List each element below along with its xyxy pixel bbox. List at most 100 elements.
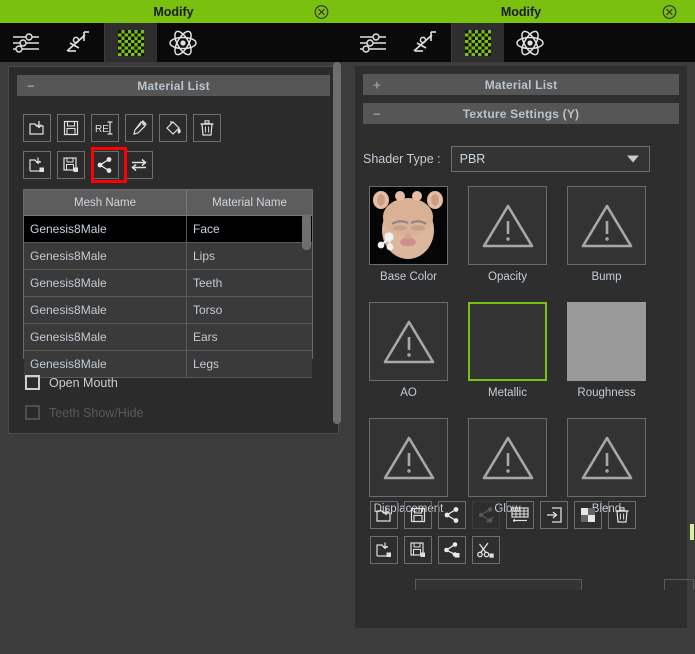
- texture-thumbnail-blend[interactable]: [567, 418, 646, 497]
- material-list-container: − Material List RE Mesh Name Material Na…: [8, 66, 339, 434]
- texture-slot-grid: Base Color Opacity Bump AO Metallic Roug…: [369, 186, 646, 515]
- cell-mesh-name: Genesis8Male: [24, 269, 187, 297]
- checkbox-teeth-show-hide-label: Teeth Show/Hide: [49, 405, 144, 420]
- texture-label-roughness: Roughness: [577, 387, 636, 399]
- right-panel-body: + Material List − Texture Settings (Y) S…: [347, 62, 695, 654]
- table-header-row: Mesh Name Material Name: [24, 190, 312, 216]
- table-row[interactable]: Genesis8Male Legs: [24, 350, 312, 378]
- trash-icon[interactable]: [608, 501, 636, 529]
- cell-material-name: Face: [186, 215, 312, 243]
- left-toolbar-row-2: [23, 151, 153, 179]
- close-circle-icon[interactable]: [314, 4, 329, 19]
- tab-material[interactable]: [452, 23, 504, 62]
- material-table[interactable]: Mesh Name Material Name Genesis8Male Fac…: [23, 189, 313, 378]
- texture-thumbnail-roughness[interactable]: [567, 302, 646, 381]
- swap-arrows-icon[interactable]: [125, 151, 153, 179]
- checkbox-open-mouth[interactable]: Open Mouth: [25, 375, 118, 390]
- right-toolbar-row-1: [370, 501, 636, 529]
- load-material-plus-icon[interactable]: [23, 151, 51, 179]
- paint-bucket-icon[interactable]: [159, 114, 187, 142]
- cut-node-icon[interactable]: [472, 536, 500, 564]
- texture-label-opacity: Opacity: [488, 271, 527, 283]
- texture-thumbnail-metallic[interactable]: [468, 302, 547, 381]
- green-edge-marker: [689, 523, 695, 541]
- texture-thumbnail-glow[interactable]: [468, 418, 547, 497]
- cell-mesh-name: Genesis8Male: [24, 323, 187, 351]
- texture-slot-base-color[interactable]: Base Color: [369, 186, 448, 283]
- texture-settings-header[interactable]: − Texture Settings (Y): [363, 103, 679, 124]
- uv-grid-icon[interactable]: [506, 501, 534, 529]
- texture-slot-roughness[interactable]: Roughness: [567, 302, 646, 399]
- cell-mesh-name: Genesis8Male: [24, 215, 187, 243]
- table-row[interactable]: Genesis8Male Teeth: [24, 269, 312, 297]
- share-node-plus-icon[interactable]: [438, 536, 466, 564]
- texture-row-1: Base Color Opacity Bump: [369, 186, 646, 283]
- left-panel-scrollbar-thumb[interactable]: [333, 62, 341, 424]
- trash-icon[interactable]: [193, 114, 221, 142]
- texture-settings-label: Texture Settings (Y): [462, 106, 580, 121]
- table-row[interactable]: Genesis8Male Torso: [24, 296, 312, 324]
- partial-text-field[interactable]: [415, 579, 582, 590]
- texture-thumbnail-opacity[interactable]: [468, 186, 547, 265]
- texture-toolbars: [370, 501, 636, 564]
- right-tabbar: [347, 23, 695, 62]
- left-material-list-header[interactable]: − Material List: [17, 75, 330, 96]
- texture-slot-ao[interactable]: AO: [369, 302, 448, 399]
- left-window-title: Modify: [153, 4, 194, 19]
- checker-swatch-icon[interactable]: [574, 501, 602, 529]
- tab-material[interactable]: [105, 23, 157, 62]
- left-modify-panel: Modify − Material List RE Mesh Name Mate…: [0, 0, 347, 654]
- table-row[interactable]: Genesis8Male Ears: [24, 323, 312, 351]
- tab-sliders[interactable]: [0, 23, 52, 62]
- left-panel-body: − Material List RE Mesh Name Material Na…: [0, 62, 347, 654]
- close-circle-icon[interactable]: [662, 4, 677, 19]
- shader-type-value: PBR: [459, 152, 486, 166]
- tab-pose[interactable]: [399, 23, 452, 62]
- texture-slot-metallic[interactable]: Metallic: [468, 302, 547, 399]
- texture-thumbnail-bump[interactable]: [567, 186, 646, 265]
- texture-thumbnail-base-color[interactable]: [369, 186, 448, 265]
- right-material-list-header[interactable]: + Material List: [363, 74, 679, 95]
- cell-material-name: Teeth: [186, 269, 312, 297]
- cell-material-name: Ears: [186, 323, 312, 351]
- right-window-title: Modify: [500, 4, 542, 19]
- cell-material-name: Legs: [186, 350, 312, 378]
- texture-label-bump: Bump: [591, 271, 622, 283]
- tab-physics[interactable]: [504, 23, 556, 62]
- shader-type-row: Shader Type : PBR: [363, 146, 650, 172]
- tab-physics[interactable]: [157, 23, 209, 62]
- share-node-icon[interactable]: [91, 151, 119, 179]
- eyedropper-icon[interactable]: [125, 114, 153, 142]
- texture-slot-bump[interactable]: Bump: [567, 186, 646, 283]
- reset-material-icon[interactable]: RE: [91, 114, 119, 142]
- save-material-plus-icon[interactable]: [57, 151, 85, 179]
- right-material-list-collapse-sign: +: [373, 77, 381, 92]
- load-texture-icon[interactable]: [370, 501, 398, 529]
- partial-button-1[interactable]: [664, 579, 694, 590]
- column-header-material-name[interactable]: Material Name: [186, 190, 312, 216]
- cell-mesh-name: Genesis8Male: [24, 242, 187, 270]
- column-header-mesh-name[interactable]: Mesh Name: [24, 190, 187, 216]
- modify-window-pair: Modify − Material List RE Mesh Name Mate…: [0, 0, 695, 654]
- save-material-icon[interactable]: [57, 114, 85, 142]
- table-row[interactable]: Genesis8Male Face: [24, 215, 312, 243]
- load-material-icon[interactable]: [23, 114, 51, 142]
- chevron-down-icon: [626, 155, 639, 163]
- texture-settings-container: + Material List − Texture Settings (Y) S…: [355, 66, 694, 628]
- import-image-icon[interactable]: [540, 501, 568, 529]
- tab-sliders[interactable]: [347, 23, 399, 62]
- texture-thumbnail-displacement[interactable]: [369, 418, 448, 497]
- texture-thumbnail-ao[interactable]: [369, 302, 448, 381]
- table-scrollbar-thumb[interactable]: [302, 214, 311, 250]
- save-texture-icon[interactable]: [404, 501, 432, 529]
- save-texture-plus-icon[interactable]: [404, 536, 432, 564]
- left-toolbar-row-1: RE: [23, 114, 221, 142]
- load-texture-plus-icon[interactable]: [370, 536, 398, 564]
- left-material-list-label: Material List: [137, 78, 210, 93]
- partial-bottom-row: [415, 579, 695, 590]
- texture-slot-opacity[interactable]: Opacity: [468, 186, 547, 283]
- table-row[interactable]: Genesis8Male Lips: [24, 242, 312, 270]
- tab-pose[interactable]: [52, 23, 105, 62]
- shader-type-select[interactable]: PBR: [450, 146, 650, 172]
- share-node-icon[interactable]: [438, 501, 466, 529]
